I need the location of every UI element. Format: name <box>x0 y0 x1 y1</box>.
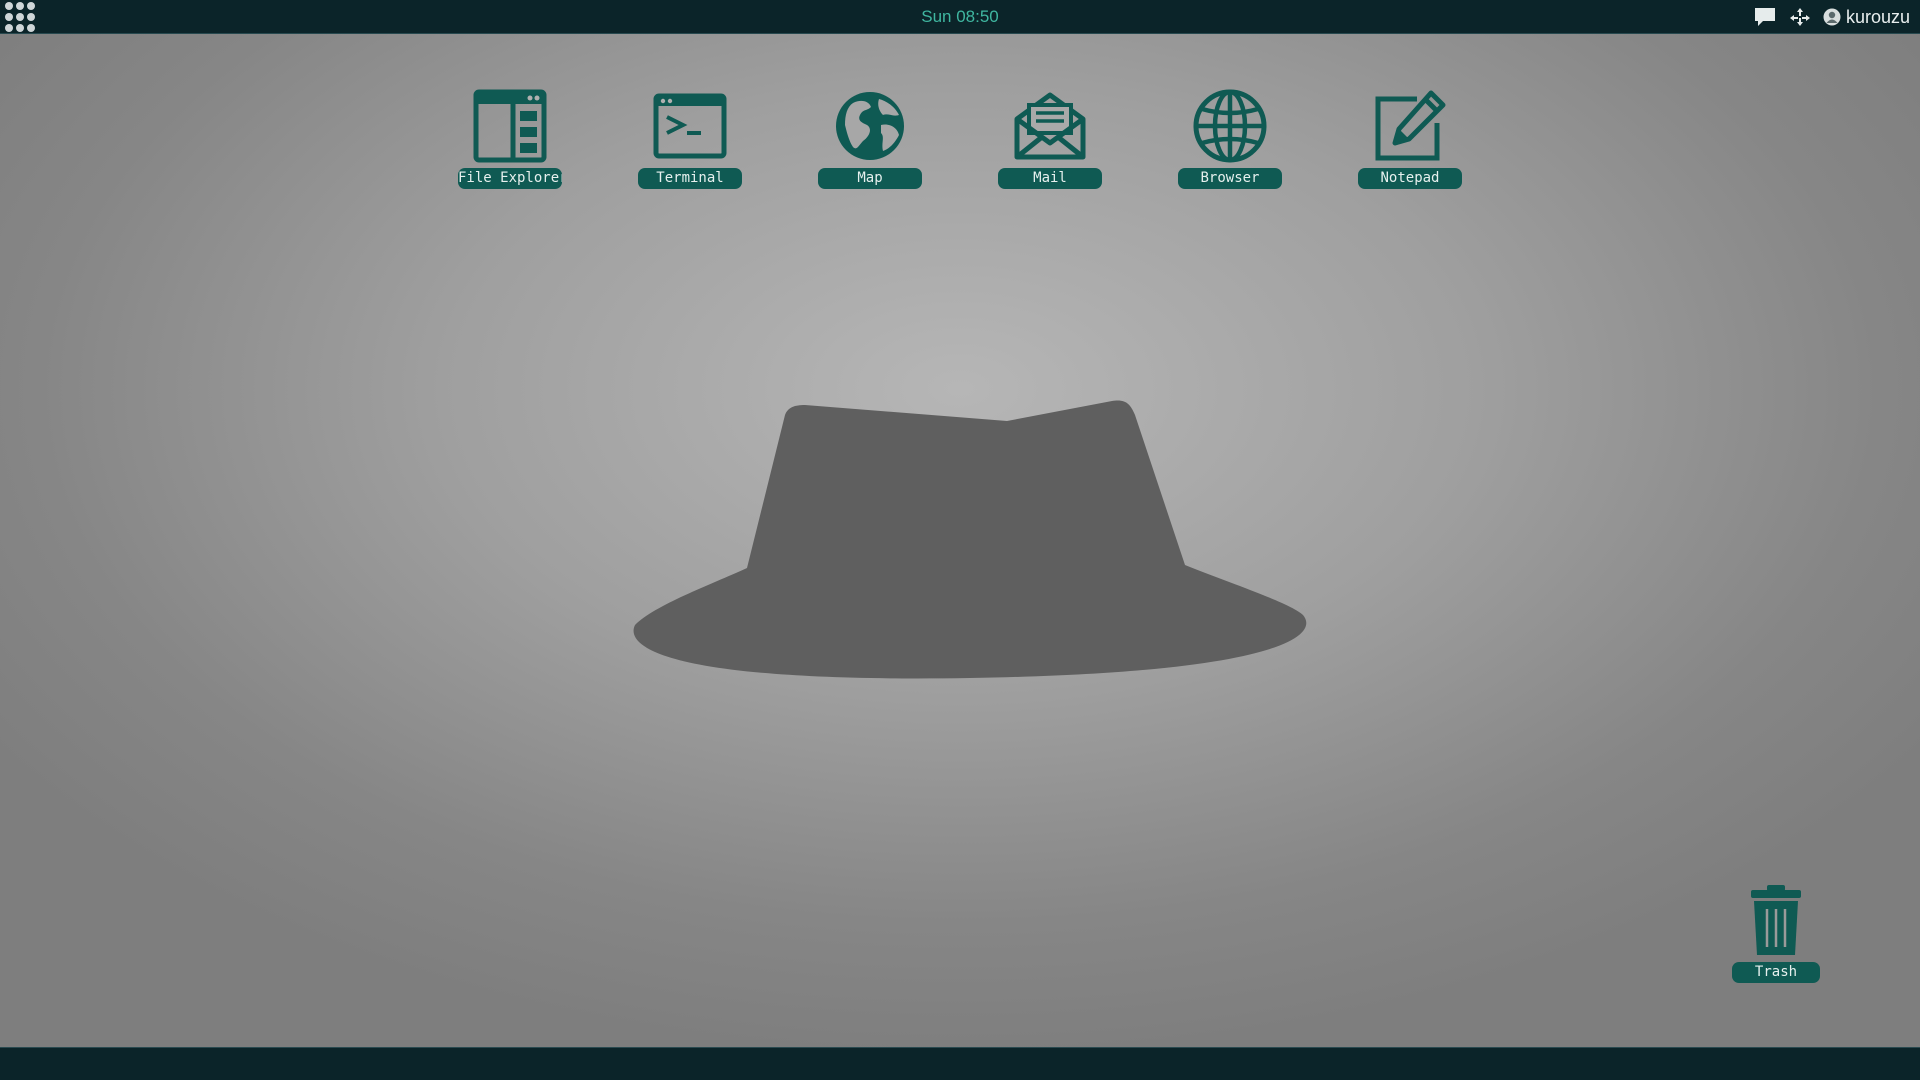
desktop-icon-browser[interactable]: Browser <box>1178 86 1282 189</box>
clock[interactable]: Sun 08:50 <box>921 7 999 26</box>
browser-globe-icon <box>1178 86 1282 166</box>
mail-icon <box>998 86 1102 166</box>
top-bar: Sun 08:50 kurouzu <box>0 0 1920 34</box>
chat-icon[interactable] <box>1753 6 1777 28</box>
desktop-icon-label: Trash <box>1732 962 1820 983</box>
user-icon <box>1823 8 1841 26</box>
fedora-hat-wallpaper <box>633 400 1307 679</box>
desktop-icon-label: Terminal <box>638 168 742 189</box>
desktop-icon-mail[interactable]: Mail <box>998 86 1102 189</box>
desktop-icon-trash[interactable]: Trash <box>1724 880 1828 983</box>
desktop-icon-notepad[interactable]: Notepad <box>1358 86 1462 189</box>
terminal-icon <box>638 86 742 166</box>
system-tray: kurouzu <box>1753 0 1910 34</box>
desktop-icon-label: Mail <box>998 168 1102 189</box>
app-grid-icon[interactable] <box>5 2 41 32</box>
globe-map-icon <box>818 86 922 166</box>
clock-container: Sun 08:50 <box>0 0 1920 34</box>
desktop-icon-terminal[interactable]: Terminal <box>638 86 742 189</box>
notepad-icon <box>1358 86 1462 166</box>
taskbar <box>0 1047 1920 1080</box>
desktop-icon-file-explorer[interactable]: File Explorer <box>458 86 562 189</box>
trash-icon <box>1724 880 1828 960</box>
file-explorer-icon <box>458 86 562 166</box>
network-icon[interactable] <box>1789 7 1811 27</box>
desktop-icon-label: Browser <box>1178 168 1282 189</box>
desktop-icon-label: Notepad <box>1358 168 1462 189</box>
user-name: kurouzu <box>1845 6 1910 27</box>
desktop-icon-map[interactable]: Map <box>818 86 922 189</box>
desktop-icon-label: File Explorer <box>458 168 562 189</box>
desktop-icon-label: Map <box>818 168 922 189</box>
user-menu[interactable]: kurouzu <box>1823 7 1910 28</box>
